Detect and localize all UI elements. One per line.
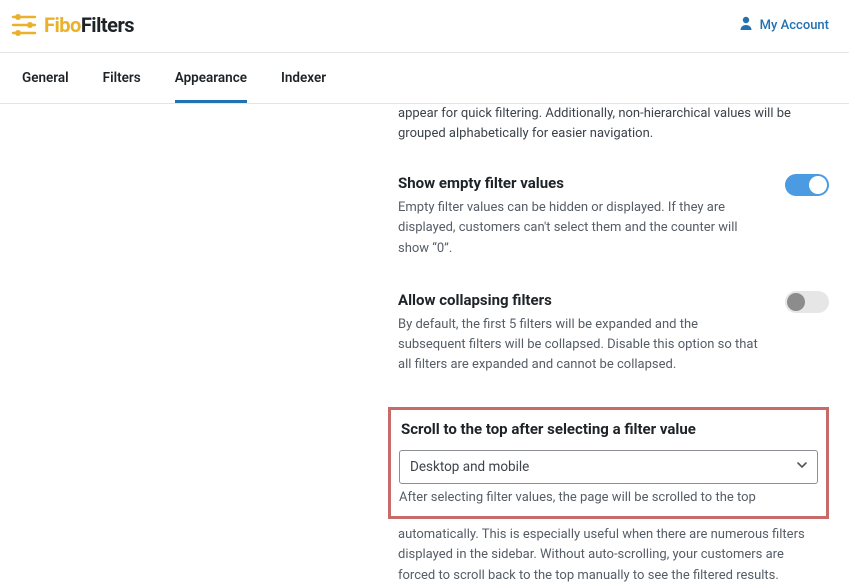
logo-text: FiboFilters <box>44 13 134 37</box>
user-icon <box>738 15 754 35</box>
setting-description-line1: After selecting filter values, the page … <box>399 488 818 508</box>
setting-title: Allow collapsing filters <box>398 291 758 309</box>
setting-title: Scroll to the top after selecting a filt… <box>401 420 818 438</box>
tab-general[interactable]: General <box>22 53 69 103</box>
setting-show-empty-values: Show empty filter values Empty filter va… <box>398 174 829 258</box>
setting-scroll-to-top: Scroll to the top after selecting a filt… <box>398 407 829 586</box>
tab-appearance[interactable]: Appearance <box>175 53 247 103</box>
highlight-annotation: Scroll to the top after selecting a filt… <box>388 407 829 519</box>
tab-indexer[interactable]: Indexer <box>281 53 326 103</box>
scroll-top-select[interactable]: Desktop and mobile <box>399 450 818 484</box>
app-header: FiboFilters My Account <box>0 0 849 53</box>
main-tabs: General Filters Appearance Indexer <box>0 53 849 104</box>
show-empty-toggle[interactable] <box>785 174 829 196</box>
setting-description-rest: automatically. This is especially useful… <box>398 525 829 585</box>
setting-allow-collapsing: Allow collapsing filters By default, the… <box>398 291 829 375</box>
settings-content: appear for quick filtering. Additionally… <box>0 104 849 586</box>
logo: FiboFilters <box>10 12 134 38</box>
setting-description: Empty filter values can be hidden or dis… <box>398 198 758 258</box>
my-account-label: My Account <box>760 18 829 33</box>
prev-section-partial-text: appear for quick filtering. Additionally… <box>398 104 829 144</box>
my-account-link[interactable]: My Account <box>738 15 829 35</box>
logo-icon <box>10 12 38 38</box>
tab-filters[interactable]: Filters <box>103 53 141 103</box>
setting-description: By default, the first 5 filters will be … <box>398 315 758 375</box>
setting-title: Show empty filter values <box>398 174 758 192</box>
allow-collapsing-toggle[interactable] <box>785 291 829 313</box>
